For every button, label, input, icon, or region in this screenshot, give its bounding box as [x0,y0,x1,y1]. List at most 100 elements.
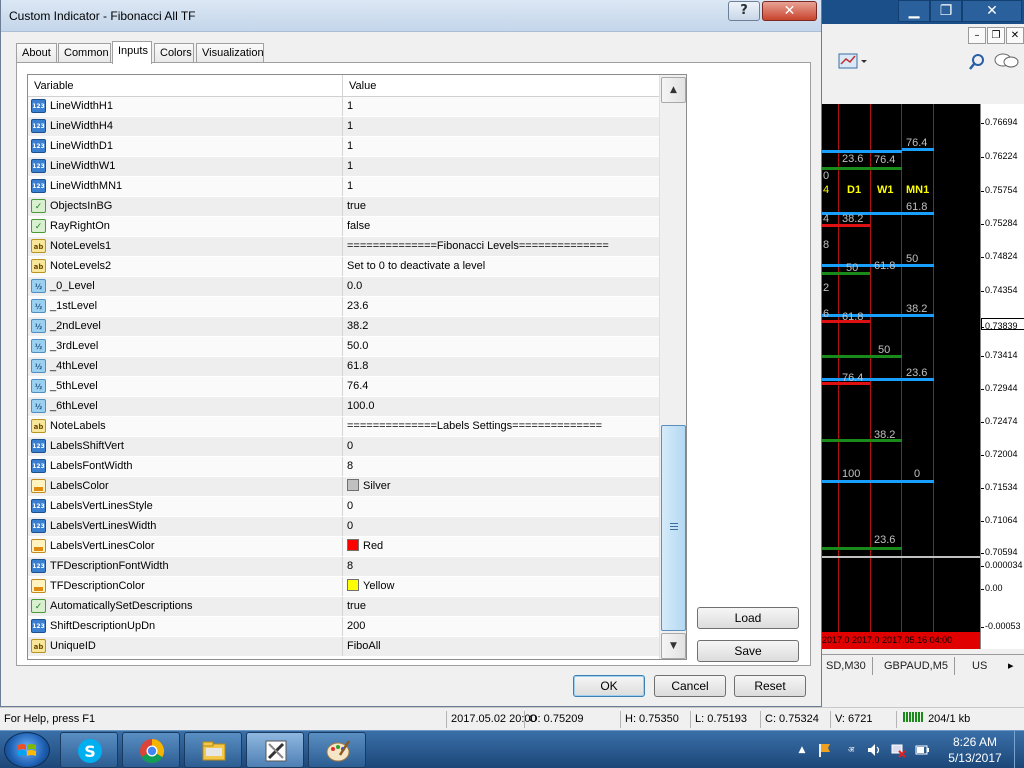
tab-inputs[interactable]: Inputs [112,41,152,64]
column-header-value[interactable]: Value [343,75,659,97]
value-cell[interactable]: 1 [343,157,659,176]
search-icon[interactable] [968,53,986,71]
table-row[interactable]: ½ _6thLevel 100.0 [28,397,659,417]
value-cell[interactable]: 100.0 [343,397,659,416]
color-swatch[interactable] [347,479,359,491]
network-icon[interactable] [890,742,906,758]
terminal-minimize-button[interactable]: ▁ [898,0,930,22]
table-row[interactable]: 123 LineWidthH4 1 [28,117,659,137]
mdi-close-button[interactable]: ✕ [1006,27,1024,44]
clock-date[interactable]: 5/13/2017 [940,751,1010,765]
table-row[interactable]: 123 LabelsVertLinesWidth 0 [28,517,659,537]
scroll-thumb[interactable] [661,425,686,631]
value-cell[interactable]: Set to 0 to deactivate a level [343,257,659,276]
table-row[interactable]: 123 LineWidthMN1 1 [28,177,659,197]
value-cell[interactable]: 8 [343,457,659,476]
ok-button[interactable]: OK [573,675,645,697]
table-row[interactable]: ab NoteLabels ==============Labels Setting… [28,417,659,437]
value-cell[interactable]: 0 [343,497,659,516]
reset-button[interactable]: Reset [734,675,806,697]
value-cell[interactable]: true [343,197,659,216]
scroll-down-button[interactable]: ▼ [661,633,686,659]
table-row[interactable]: 123 LineWidthH1 1 [28,97,659,117]
chart-tab[interactable]: US [966,657,993,675]
table-row[interactable]: ✓ RayRightOn false [28,217,659,237]
value-cell[interactable]: Red [343,537,659,556]
volume-icon[interactable] [866,742,882,758]
column-header-variable[interactable]: Variable [28,75,343,97]
dialog-titlebar[interactable]: Custom Indicator - Fibonacci All TF ? ✕ [1,0,821,32]
terminal-restore-button[interactable]: ❐ [930,0,962,22]
table-row[interactable]: 123 LineWidthD1 1 [28,137,659,157]
value-cell[interactable]: 50.0 [343,337,659,356]
color-swatch[interactable] [347,579,359,591]
table-row[interactable]: 123 TFDescriptionFontWidth 8 [28,557,659,577]
table-row[interactable]: ½ _3rdLevel 50.0 [28,337,659,357]
value-cell[interactable]: 8 [343,557,659,576]
tab-about[interactable]: About [16,43,57,63]
tabs-scroll-right-icon[interactable]: ▸ [1008,657,1014,675]
value-cell[interactable]: 0 [343,517,659,536]
value-cell[interactable]: 38.2 [343,317,659,336]
value-cell[interactable]: 1 [343,97,659,116]
value-cell[interactable]: 61.8 [343,357,659,376]
show-desktop-button[interactable] [1014,731,1024,768]
table-row[interactable]: ½ _5thLevel 76.4 [28,377,659,397]
value-cell[interactable]: 23.6 [343,297,659,316]
table-row[interactable]: ½ _2ndLevel 38.2 [28,317,659,337]
load-button[interactable]: Load [697,607,799,629]
value-cell[interactable]: 1 [343,177,659,196]
scroll-up-button[interactable]: ▲ [661,77,686,103]
mdi-restore-button[interactable]: ❐ [987,27,1005,44]
action-center-flag-icon[interactable] [816,742,832,758]
chart-tab[interactable]: SD,M30 [820,657,873,675]
tray-expand-icon[interactable]: ▲ [794,742,810,758]
table-row[interactable]: ✓ ObjectsInBG true [28,197,659,217]
taskbar-skype[interactable]: S [60,732,118,768]
value-cell[interactable]: ==============Fibonacci Levels==========… [343,237,659,256]
chart-template-icon[interactable] [838,52,868,70]
table-row[interactable]: ab NoteLevels1 ==============Fibonacci Lev… [28,237,659,257]
value-cell[interactable]: 1 [343,117,659,136]
terminal-close-button[interactable]: ✕ [962,0,1022,22]
table-row[interactable]: 123 LineWidthW1 1 [28,157,659,177]
table-row[interactable]: 123 LabelsFontWidth 8 [28,457,659,477]
table-row[interactable]: LabelsColor Silver [28,477,659,497]
cancel-button[interactable]: Cancel [654,675,726,697]
power-icon[interactable] [914,742,930,758]
language-icon[interactable]: अ [840,742,862,758]
table-row[interactable]: ab NoteLevels2 Set to 0 to deactivate a le… [28,257,659,277]
value-cell[interactable]: 200 [343,617,659,636]
value-cell[interactable]: ==============Labels Settings===========… [343,417,659,436]
subwindow-separator[interactable] [820,556,980,558]
close-button[interactable]: ✕ [762,1,817,21]
value-cell[interactable]: 0.0 [343,277,659,296]
table-row[interactable]: ✓ AutomaticallySetDescriptions true [28,597,659,617]
table-row[interactable]: 123 ShiftDescriptionUpDn 200 [28,617,659,637]
value-cell[interactable]: 1 [343,137,659,156]
save-button[interactable]: Save [697,640,799,662]
taskbar-metatrader[interactable] [246,732,304,768]
value-cell[interactable]: Silver [343,477,659,496]
clock-time[interactable]: 8:26 AM [940,735,1010,749]
table-row[interactable]: 123 LabelsShiftVert 0 [28,437,659,457]
tab-visualization[interactable]: Visualization [196,43,264,63]
value-cell[interactable]: FiboAll [343,637,659,656]
mdi-minimize-button[interactable]: – [968,27,986,44]
table-row[interactable]: LabelsVertLinesColor Red [28,537,659,557]
table-row[interactable]: 123 LabelsVertLinesStyle 0 [28,497,659,517]
table-row[interactable]: ½ _0_Level 0.0 [28,277,659,297]
table-row[interactable]: ½ _1stLevel 23.6 [28,297,659,317]
tab-common[interactable]: Common [58,43,111,63]
value-cell[interactable]: 0 [343,437,659,456]
value-cell[interactable]: false [343,217,659,236]
value-cell[interactable]: true [343,597,659,616]
help-button[interactable]: ? [728,1,760,21]
start-button[interactable] [4,732,50,768]
grid-scrollbar[interactable]: ▲ ▼ [659,75,686,659]
table-row[interactable]: ½ _4thLevel 61.8 [28,357,659,377]
taskbar-explorer[interactable] [184,732,242,768]
taskbar-chrome[interactable] [122,732,180,768]
taskbar-paint[interactable] [308,732,366,768]
color-swatch[interactable] [347,539,359,551]
